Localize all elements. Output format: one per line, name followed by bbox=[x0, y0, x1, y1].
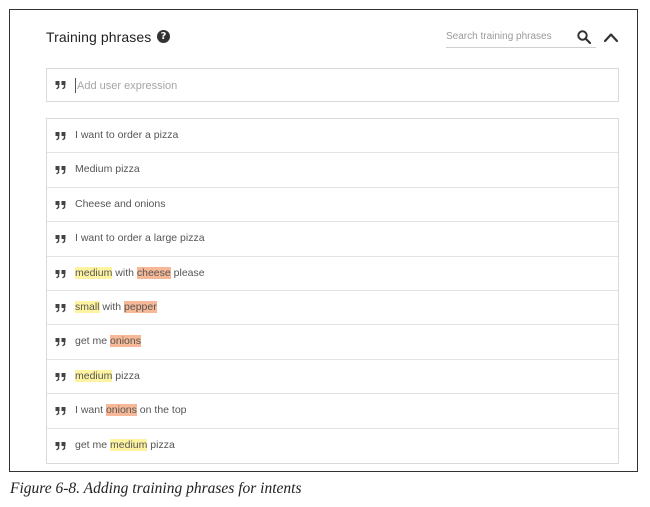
phrase-segment: I want to order a pizza bbox=[75, 129, 179, 141]
training-phrase-text: Cheese and onions bbox=[75, 198, 166, 210]
phrase-segment: with bbox=[99, 300, 125, 313]
quote-icon bbox=[55, 200, 66, 210]
phrase-segment: on the top bbox=[136, 404, 187, 417]
training-phrase-row[interactable]: medium pizza bbox=[47, 360, 618, 395]
phrase-segment: I want to order a large pizza bbox=[75, 232, 205, 245]
training-phrase-text: I want to order a large pizza bbox=[75, 232, 205, 244]
search-input[interactable] bbox=[446, 27, 568, 45]
annotated-parameter[interactable]: pepper bbox=[124, 300, 157, 313]
phrase-segment: please bbox=[170, 266, 205, 279]
search-icon[interactable] bbox=[576, 29, 592, 45]
annotated-parameter[interactable]: onions bbox=[110, 335, 141, 348]
add-expression-input[interactable] bbox=[77, 77, 597, 94]
training-phrase-row[interactable]: get me medium pizza bbox=[47, 429, 618, 463]
training-phrase-text: get me onions bbox=[75, 335, 141, 348]
chevron-up-icon[interactable] bbox=[603, 30, 619, 44]
panel-title: Training phrases bbox=[46, 29, 152, 45]
quote-icon bbox=[55, 407, 66, 416]
training-phrase-text: small with pepper bbox=[75, 300, 157, 313]
quote-icon bbox=[55, 303, 66, 313]
training-phrase-text: Medium pizza bbox=[75, 163, 140, 175]
add-expression-box bbox=[46, 68, 619, 102]
phrase-segment: get me bbox=[75, 335, 111, 348]
figure-caption: Figure 6-8. Adding training phrases for … bbox=[10, 480, 302, 497]
training-phrase-text: I want onions on the top bbox=[75, 404, 187, 417]
training-phrase-row[interactable]: Cheese and onions bbox=[47, 188, 618, 223]
annotated-parameter[interactable]: onions bbox=[105, 404, 137, 417]
phrase-segment: Cheese and onions bbox=[75, 197, 166, 210]
training-phrase-text: I want to order a pizza bbox=[75, 129, 178, 141]
training-phrase-list: I want to order a pizza Medium pizza Chees… bbox=[46, 118, 619, 464]
quote-icon bbox=[55, 441, 66, 450]
text-cursor bbox=[75, 78, 76, 93]
training-phrase-row[interactable]: get me onions bbox=[47, 325, 618, 360]
phrase-segment: pizza bbox=[147, 438, 175, 451]
training-phrase-row[interactable]: I want onions on the top bbox=[47, 394, 618, 429]
training-phrase-row[interactable]: I want to order a large pizza bbox=[47, 222, 618, 257]
quote-icon bbox=[55, 235, 66, 244]
quote-icon bbox=[55, 81, 66, 90]
training-phrase-row[interactable]: I want to order a pizza bbox=[47, 119, 618, 154]
phrase-segment: get me bbox=[75, 438, 111, 451]
annotated-parameter[interactable]: medium bbox=[75, 266, 113, 279]
annotated-parameter[interactable]: medium bbox=[75, 369, 113, 382]
phrase-segment: I want bbox=[75, 404, 106, 417]
quote-icon bbox=[55, 132, 66, 141]
training-phrase-row[interactable]: Medium pizza bbox=[47, 153, 618, 188]
phrase-segment: pizza bbox=[112, 369, 140, 382]
training-phrase-text: medium pizza bbox=[75, 369, 140, 382]
annotated-parameter[interactable]: cheese bbox=[136, 266, 171, 279]
annotated-parameter[interactable]: small bbox=[75, 300, 100, 313]
search-box bbox=[446, 27, 596, 48]
training-phrase-text: get me medium pizza bbox=[75, 438, 175, 451]
phrase-segment: Medium pizza bbox=[75, 163, 140, 176]
quote-icon bbox=[55, 372, 66, 382]
quote-icon bbox=[55, 338, 66, 347]
training-phrase-text: medium with cheese please bbox=[75, 266, 205, 279]
annotated-parameter[interactable]: medium bbox=[110, 438, 148, 451]
phrase-segment: with bbox=[112, 266, 137, 279]
training-phrase-row[interactable]: medium with cheese please bbox=[47, 257, 618, 291]
quote-icon bbox=[55, 269, 66, 278]
help-icon[interactable]: ? bbox=[157, 30, 170, 43]
quote-icon bbox=[55, 166, 66, 175]
training-phrase-row[interactable]: small with pepper bbox=[47, 291, 618, 326]
